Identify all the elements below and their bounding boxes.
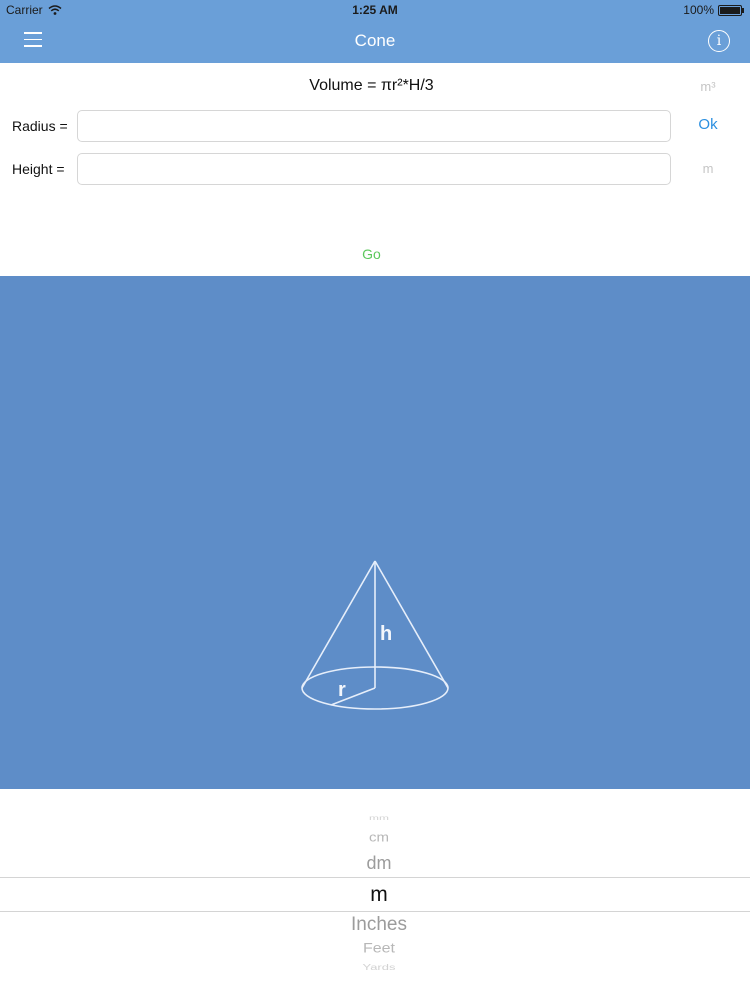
cone-diagram-area: h r: [0, 276, 750, 789]
volume-formula: Volume = πr²*H/3: [309, 77, 434, 94]
picker-option-yards[interactable]: Yards: [0, 963, 750, 972]
navigation-bar: Cone i: [0, 20, 750, 63]
page-title: Cone: [354, 31, 396, 50]
battery-status: 100%: [683, 3, 744, 17]
go-button[interactable]: Go: [0, 246, 743, 262]
radius-label: Radius =: [12, 118, 68, 134]
height-unit-label: m: [702, 161, 714, 176]
clock: 1:25 AM: [352, 3, 398, 17]
picker-option-m-selected[interactable]: m: [0, 883, 750, 907]
picker-option-feet[interactable]: Feet: [0, 941, 750, 956]
picker-option-cm[interactable]: cm: [0, 830, 750, 844]
cone-diagram: h r: [301, 560, 449, 710]
ok-button[interactable]: Ok: [678, 116, 738, 133]
picker-option-dm[interactable]: dm: [0, 853, 750, 874]
result-unit-label: m³: [700, 79, 716, 94]
picker-selection-bottom-line: [0, 911, 750, 912]
picker-option-mm[interactable]: mm: [0, 814, 750, 822]
battery-percent: 100%: [683, 3, 714, 17]
height-input[interactable]: [77, 153, 671, 185]
unit-picker[interactable]: mm cm dm m Inches Feet Yards: [0, 789, 750, 1000]
status-bar: Carrier 1:25 AM 100%: [0, 0, 750, 20]
radius-input[interactable]: [77, 110, 671, 142]
picker-option-inches[interactable]: Inches: [0, 914, 750, 936]
height-symbol: h: [380, 623, 392, 645]
height-label: Height =: [12, 161, 65, 177]
picker-selection-top-line: [0, 877, 750, 878]
info-icon[interactable]: i: [708, 30, 730, 52]
battery-icon: [718, 4, 744, 16]
radius-symbol: r: [338, 679, 346, 701]
